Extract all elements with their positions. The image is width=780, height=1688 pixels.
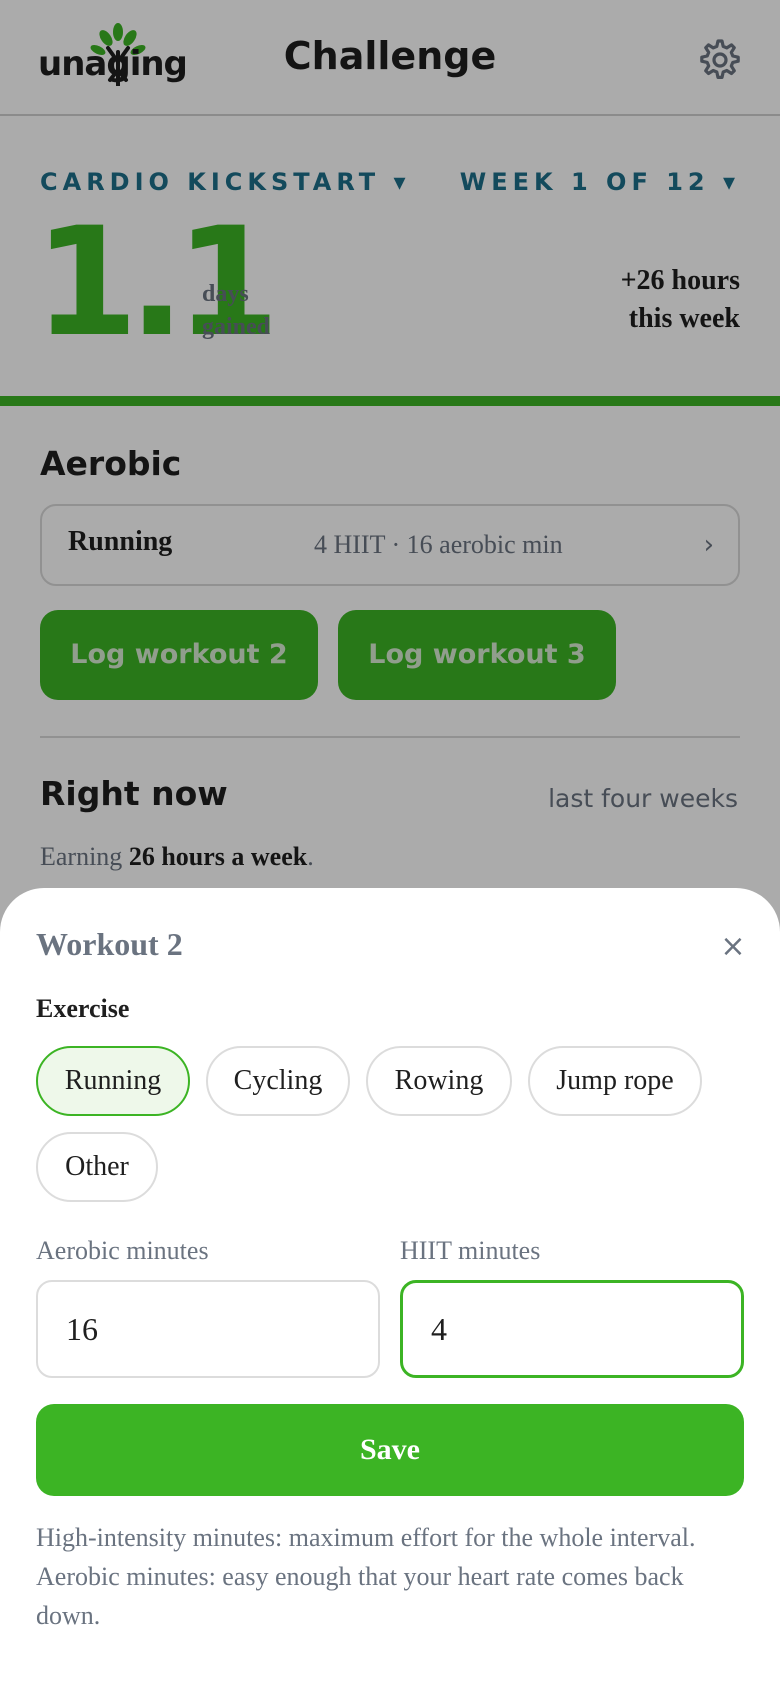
save-button[interactable]: Save [36,1404,744,1496]
close-icon[interactable]: × [718,932,748,962]
chip-cycling[interactable]: Cycling [206,1046,350,1116]
hiit-minutes-input[interactable] [400,1280,744,1378]
aerobic-minutes-input[interactable] [36,1280,380,1378]
aerobic-minutes-label: Aerobic minutes [36,1236,209,1265]
exercise-label: Exercise [36,994,130,1023]
chip-jump-rope[interactable]: Jump rope [528,1046,702,1116]
chip-running[interactable]: Running [36,1046,190,1116]
hiit-minutes-label: HIIT minutes [400,1236,541,1265]
sheet-title: Workout 2 [36,926,183,962]
chip-other[interactable]: Other [36,1132,158,1202]
chip-rowing[interactable]: Rowing [366,1046,512,1116]
log-workout-sheet: Workout 2 × Exercise Running Cycling Row… [0,888,780,1688]
help-text: High-intensity minutes: maximum effort f… [36,1523,696,1630]
